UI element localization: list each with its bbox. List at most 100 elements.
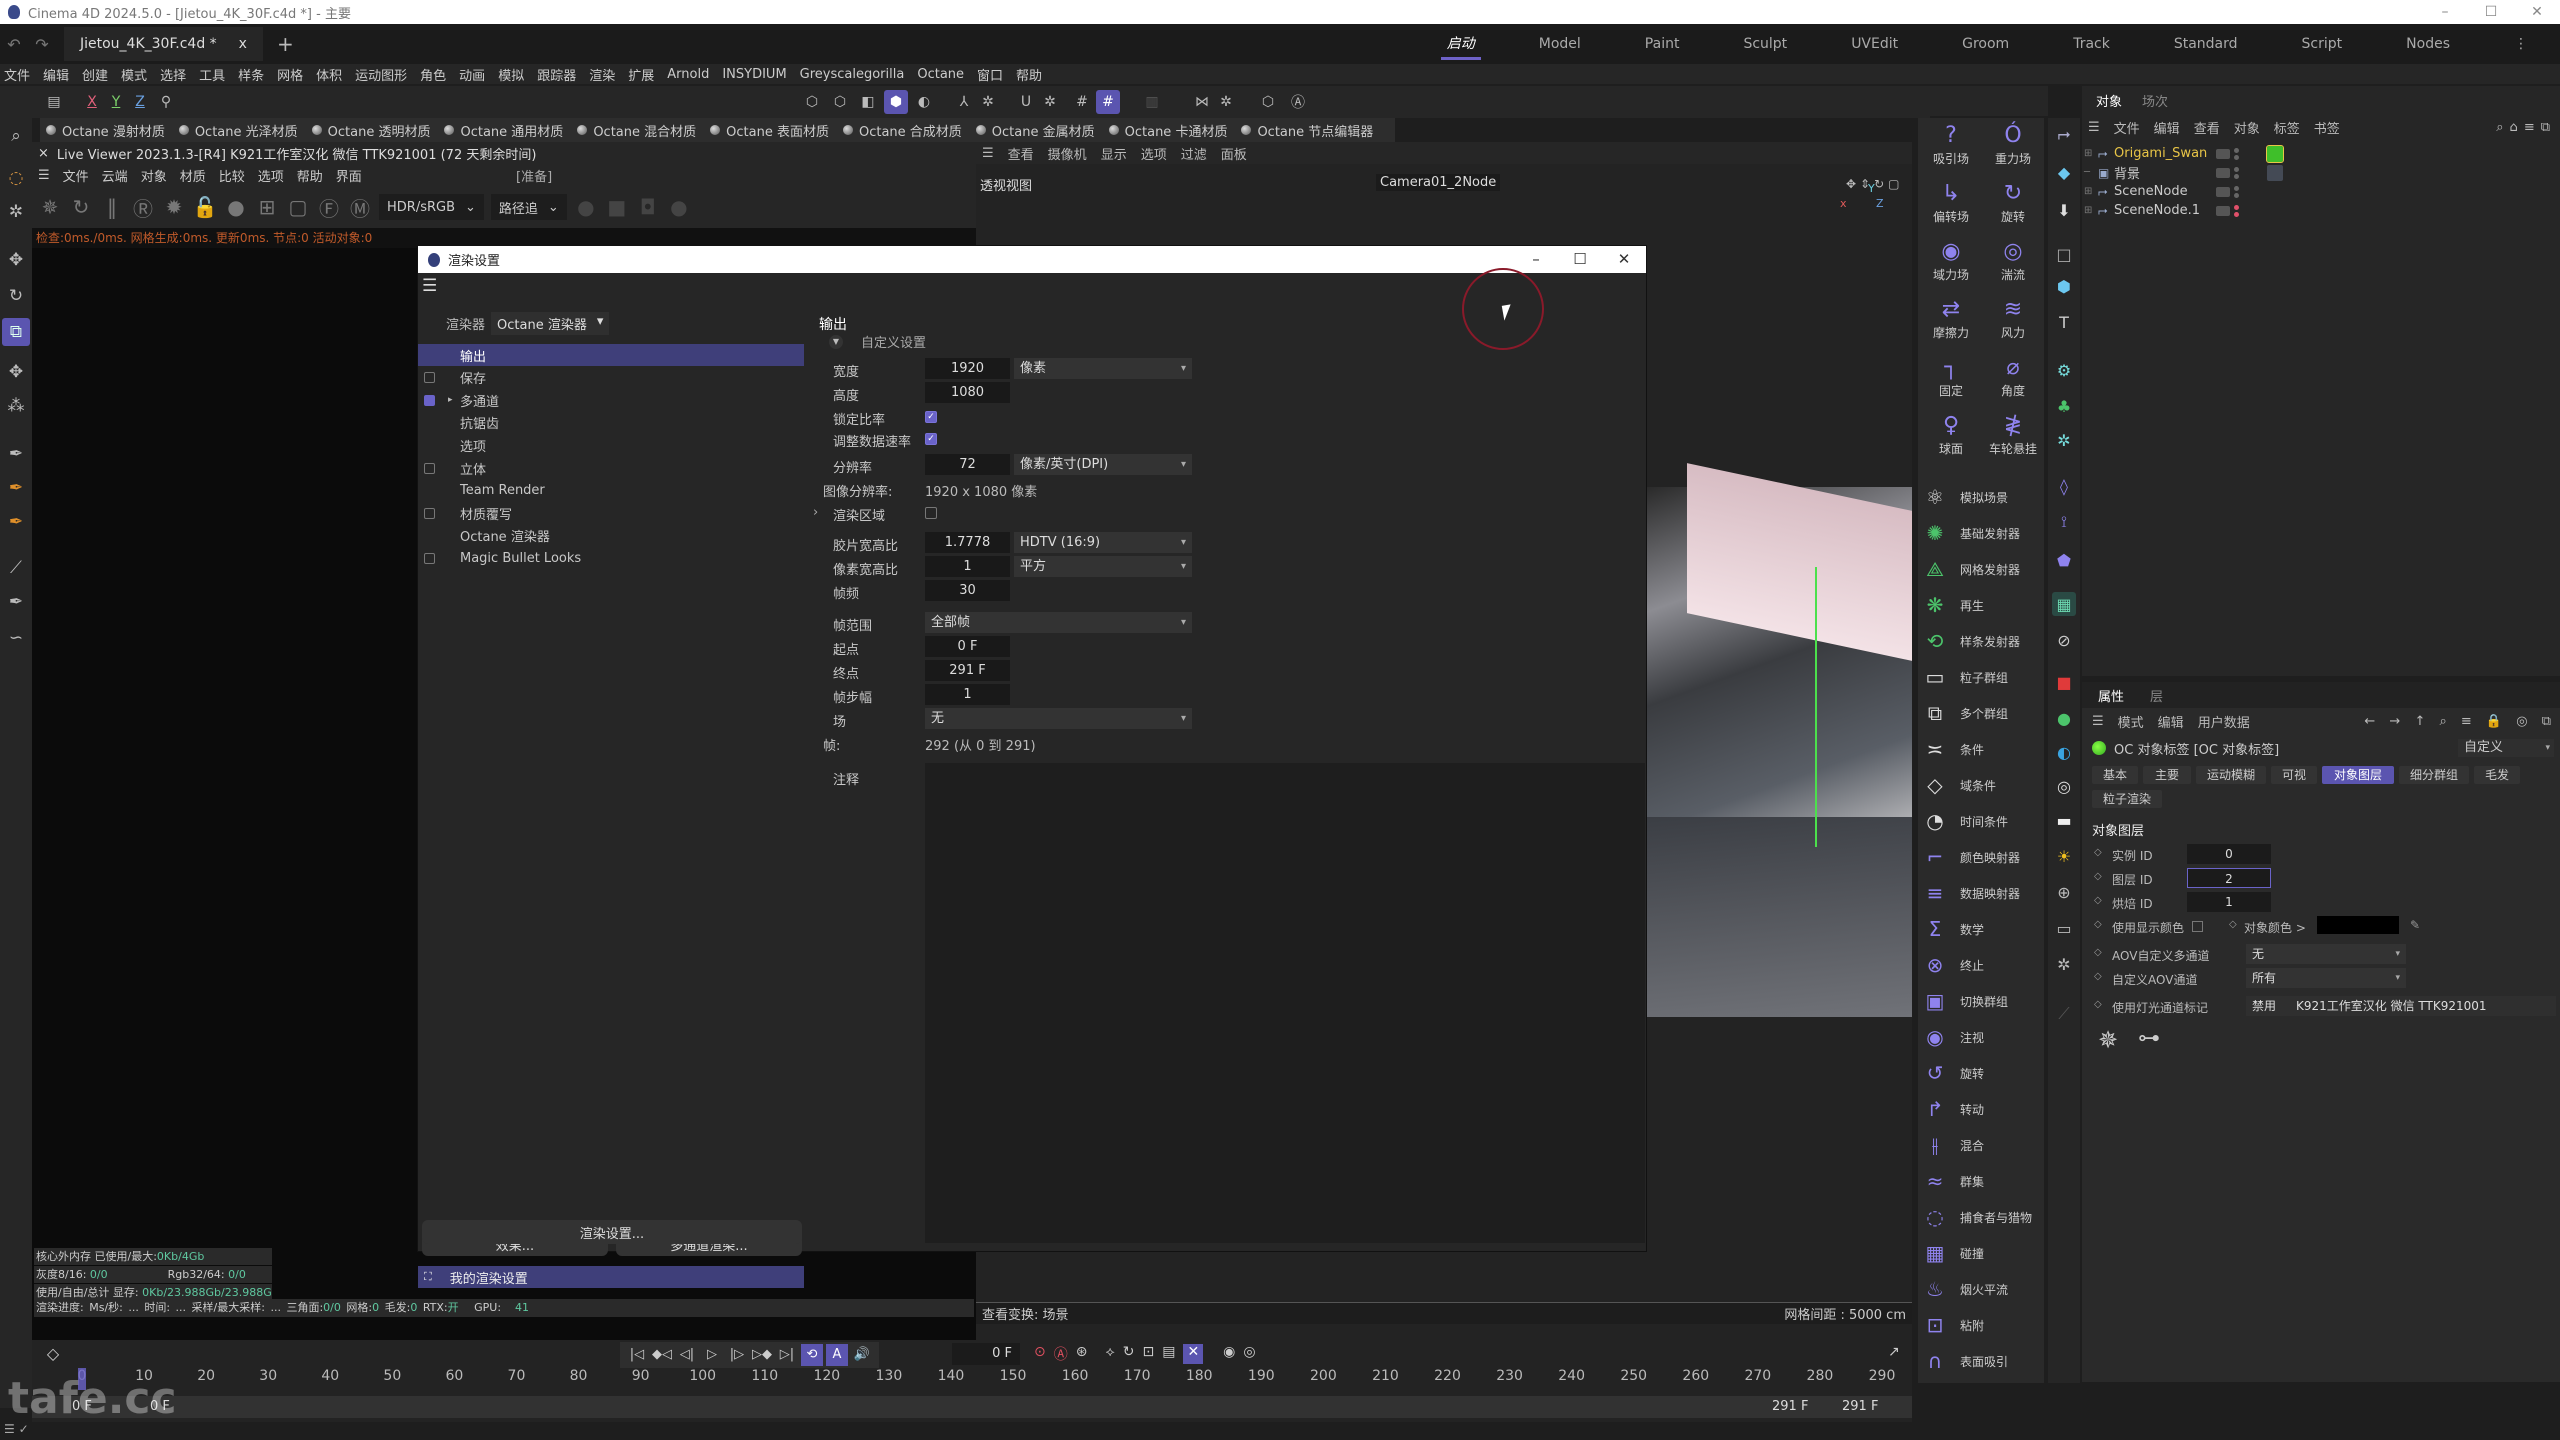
region-render-icon[interactable]: Ⓡ (131, 195, 155, 221)
pause-render-icon[interactable]: ‖ (100, 195, 124, 219)
area-light-icon[interactable]: ▬ (2052, 808, 2076, 832)
brush-tool-icon[interactable]: ⟋ (2, 554, 30, 582)
selection-tools-icon[interactable]: ✲ (2, 198, 30, 226)
om-menu-item[interactable]: 文件 (2114, 118, 2140, 137)
text-icon[interactable]: T (2052, 310, 2076, 334)
render-nav-item[interactable]: 选项 (418, 434, 804, 456)
palette-item-multi-group[interactable]: ⧉ 多个群组 (1922, 696, 2044, 730)
octane-tag-icon[interactable]: ● (2052, 706, 2076, 730)
camera-st-icon[interactable]: ▭ (2052, 916, 2076, 940)
palette-item-mesh-emitter[interactable]: ⟁ 网格发射器 (1922, 552, 2044, 586)
menu-item[interactable]: 运动图形 (355, 65, 407, 84)
menu-item[interactable]: 窗口 (977, 65, 1003, 84)
floor-icon[interactable]: ⬇ (2052, 198, 2076, 222)
palette-item-spin[interactable]: ↺ 旋转 (1922, 1056, 2044, 1090)
sound-icon[interactable]: 🔊 (851, 1344, 873, 1366)
fps-field[interactable]: 30 (925, 580, 1010, 601)
layout-tab-3[interactable]: Sculpt (1711, 24, 1819, 64)
daylight-icon[interactable]: ☀ (2052, 844, 2076, 868)
attr-mode-select[interactable]: 自定义 (2458, 739, 2554, 757)
layout-tab-8[interactable]: Script (2270, 24, 2375, 64)
key-param-icon[interactable]: ▤ (1162, 1344, 1175, 1364)
loop-icon[interactable]: ⟲ (801, 1344, 823, 1366)
palette-item-turbulence[interactable]: ◎ 湍流 (1982, 236, 2044, 294)
attr-subtab[interactable]: 基本 (2092, 766, 2138, 784)
bend-icon[interactable]: ⟟ (2052, 510, 2076, 534)
prev-key-icon[interactable]: ◆◁ (651, 1344, 673, 1366)
layout-tab-1[interactable]: Model (1507, 24, 1613, 64)
palette-item-spline-emitter[interactable]: ⟲ 样条发射器 (1922, 624, 2044, 658)
cloner-icon[interactable]: ⚙ (2052, 358, 2076, 382)
material-button[interactable]: Octane 节点编辑器 (1241, 121, 1373, 140)
points-mode-icon[interactable]: ⬡ (800, 90, 824, 114)
render-nav-item[interactable]: Octane 渲染器 (418, 525, 804, 547)
attr-nav-icons[interactable]: ← → ↑ ⌕ ≡ 🔒 ◎ ⧉ (2364, 714, 2556, 729)
pixel-aspect-select[interactable]: 平方 (1014, 556, 1192, 577)
disabled-tool-icon[interactable]: ⟋ (2052, 1002, 2076, 1026)
attr-hamburger-icon[interactable]: ☰ (2092, 714, 2104, 729)
material-button[interactable]: Octane 透明材质 (311, 121, 430, 140)
dialog-title-bar[interactable]: 渲染设置 – ☐ ✕ (418, 246, 1646, 273)
render-nav-item[interactable]: 输出 (418, 344, 804, 366)
keyframe-diamond-icon[interactable]: ◇ (2229, 919, 2237, 930)
palette-item-angle[interactable]: ⌀ 角度 (1982, 352, 2044, 410)
render-preset-item[interactable]: ⛶ 我的渲染设置 (418, 1266, 804, 1288)
object-row[interactable]: ─ ▣ 背景 (2082, 163, 2560, 182)
fcurve-icon[interactable]: ↗ (1888, 1344, 1900, 1360)
knife-tool-icon[interactable]: ✒ (2, 588, 30, 616)
palette-item-color-mapper[interactable]: ⌐ 颜色映射器 (1922, 840, 2044, 874)
sphere-icon[interactable]: ● (667, 195, 691, 219)
om-menu-item[interactable]: 标签 (2274, 118, 2300, 137)
palette-item-gravity[interactable]: Ó 重力场 (1982, 120, 2044, 178)
rotate-tool-icon[interactable]: ↻ (2, 282, 30, 310)
start-frame-field[interactable]: 0 F (925, 636, 1010, 657)
palette-item-rotate[interactable]: ↻ 旋转 (1982, 178, 2044, 236)
palette-item-collision[interactable]: ▦ 碰撞 (1922, 1236, 2044, 1270)
axis-x-toggle[interactable]: X (80, 90, 104, 114)
keyframe-diamond-icon[interactable]: ◇ (2094, 919, 2102, 930)
menu-item[interactable]: 渲染 (589, 65, 615, 84)
viewport-hamburger-icon[interactable]: ☰ (982, 146, 994, 161)
layout-tab-4[interactable]: UVEdit (1819, 24, 1930, 64)
attr-tab[interactable]: 属性 (2098, 686, 2124, 705)
scale-tool-icon[interactable]: ⧉ (2, 318, 30, 346)
om-toolbar-icons[interactable]: ⌕⌂≡⧉ (2496, 120, 2556, 135)
minimize-button[interactable]: – (2422, 0, 2468, 24)
material-button[interactable]: Octane 表面材质 (710, 121, 829, 140)
expand-arrow-icon[interactable]: ▸ (448, 395, 453, 405)
live-selection-icon[interactable]: ◌ (2, 164, 30, 192)
gizmo-y-axis[interactable] (1815, 567, 1817, 847)
palette-item-wheel-suspension[interactable]: ≹ 车轮悬挂 (1982, 410, 2044, 468)
keyframe-diamond-icon[interactable]: ◇ (2094, 871, 2102, 882)
end-frame-field[interactable]: 291 F (925, 660, 1010, 681)
visibility-toggle[interactable] (2216, 148, 2230, 159)
grid-icon[interactable]: # (1070, 90, 1094, 114)
layout-tab-0[interactable]: 启动 (1415, 24, 1507, 64)
search-icon[interactable]: ⌕ (2, 122, 30, 150)
field-select[interactable]: 无 (925, 708, 1192, 729)
pen-tool-icon[interactable]: ✒ (2, 440, 30, 468)
menu-item[interactable]: 文件 (4, 65, 30, 84)
clay-mode-icon[interactable]: ▢ (286, 195, 310, 219)
axis-y-toggle[interactable]: Y (104, 90, 128, 114)
timeline-range-slider[interactable]: 0 F 0 F 291 F 291 F (32, 1396, 1912, 1418)
material-ball-icon[interactable]: ● (224, 195, 248, 219)
autokey-icon[interactable]: A (826, 1344, 848, 1366)
keyframe-diamond-icon[interactable]: ◇ (2094, 847, 2102, 858)
kernel-select[interactable]: 路径追 ⌄ (490, 194, 567, 220)
render-visibility-dots[interactable] (2234, 204, 2240, 217)
layer-id-field[interactable]: 2 (2187, 868, 2271, 888)
palette-item-math[interactable]: Σ 数学 (1922, 912, 2044, 946)
null-object-icon[interactable]: ⮣ (2052, 122, 2076, 146)
render-nav-item[interactable]: 材质覆写 (418, 502, 804, 524)
viewport-menu-item[interactable]: 过滤 (1181, 144, 1207, 163)
next-key-icon[interactable]: ▷◆ (751, 1344, 773, 1366)
film-aspect-field[interactable]: 1.7778 (925, 532, 1010, 553)
live-viewer-hamburger-icon[interactable]: ☰ (38, 168, 50, 183)
palette-item-field-force[interactable]: ◉ 域力场 (1920, 236, 1982, 294)
palette-item-flock[interactable]: ≈ 群集 (1922, 1164, 2044, 1198)
key-settings-icon[interactable]: ⊛ (1076, 1344, 1088, 1364)
palette-item-friction[interactable]: ⇄ 摩擦力 (1920, 294, 1982, 352)
dialog-minimize-button[interactable]: – (1514, 246, 1558, 273)
layout-tab-6[interactable]: Track (2041, 24, 2142, 64)
